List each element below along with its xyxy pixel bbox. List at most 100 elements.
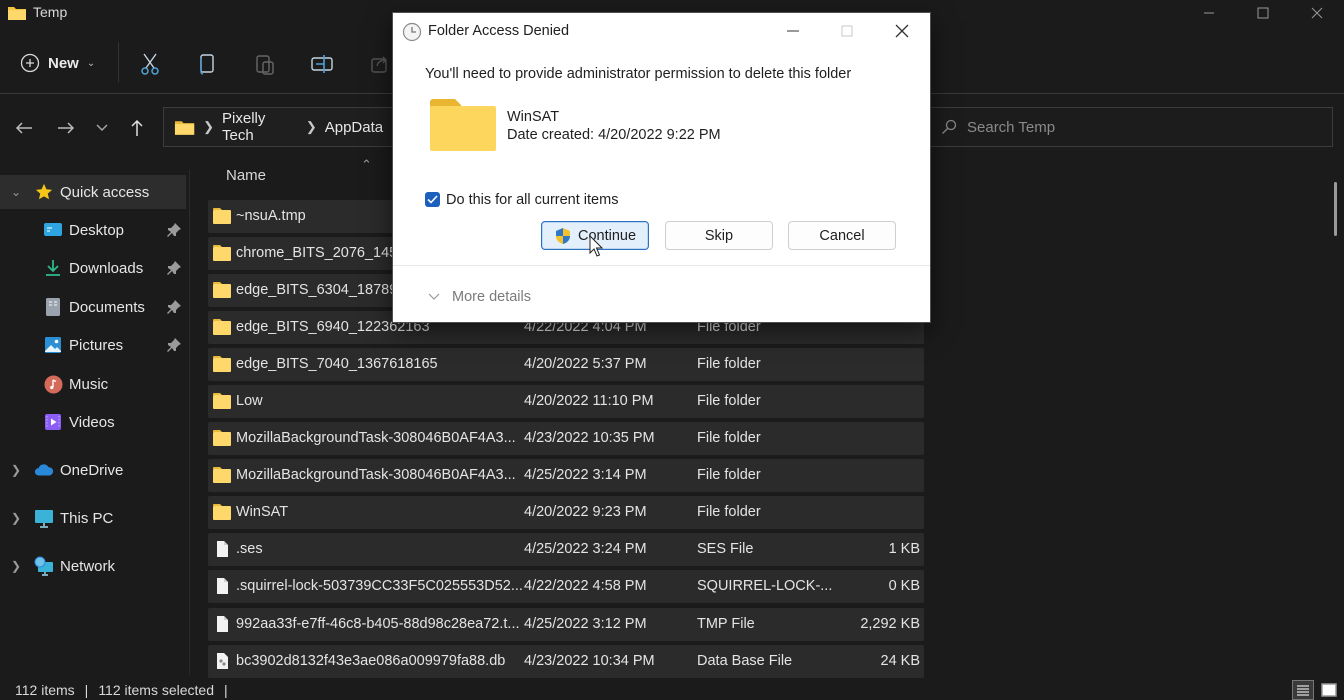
pin-icon[interactable] bbox=[166, 337, 182, 353]
chevron-right-icon: ❯ bbox=[305, 119, 317, 134]
chevron-down-icon: ⌄ bbox=[86, 57, 96, 69]
copy-button[interactable] bbox=[193, 50, 221, 78]
pin-icon[interactable] bbox=[166, 222, 182, 238]
sidebar-item-network[interactable]: ❯ Network bbox=[0, 549, 186, 583]
chevron-right-icon[interactable]: ❯ bbox=[9, 511, 23, 525]
arrow-up-icon bbox=[131, 119, 143, 136]
file-row[interactable]: edge_BITS_7040_1367618165 4/20/2022 5:37 … bbox=[208, 348, 924, 381]
close-button[interactable] bbox=[1290, 0, 1344, 26]
folder-icon bbox=[213, 393, 231, 409]
rename-icon bbox=[311, 55, 333, 73]
file-icon bbox=[217, 578, 228, 594]
file-size: 2,292 KB bbox=[860, 616, 920, 632]
up-button[interactable] bbox=[125, 116, 149, 140]
dialog-close-button[interactable] bbox=[887, 19, 917, 43]
apply-to-all-checkbox[interactable] bbox=[425, 192, 440, 207]
share-button[interactable] bbox=[366, 50, 394, 78]
file-row[interactable]: .squirrel-lock-503739CC33F5C025553D52...… bbox=[208, 570, 924, 603]
file-name: 992aa33f-e7ff-46c8-b405-88d98c28ea72.t..… bbox=[236, 616, 520, 632]
minimize-icon bbox=[787, 30, 799, 32]
cancel-button[interactable]: Cancel bbox=[788, 221, 896, 250]
file-name: bc3902d8132f43e3ae086a009979fa88.db bbox=[236, 653, 506, 669]
chevron-down-icon[interactable]: ⌄ bbox=[9, 185, 23, 199]
column-header-name[interactable]: Name bbox=[226, 167, 266, 184]
checkmark-icon bbox=[427, 195, 438, 204]
pin-icon[interactable] bbox=[166, 299, 182, 315]
file-date-modified: 4/20/2022 5:37 PM bbox=[524, 356, 647, 372]
folder-icon bbox=[8, 7, 26, 20]
tiles-view-icon bbox=[1321, 683, 1337, 697]
file-date-modified: 4/25/2022 3:24 PM bbox=[524, 541, 647, 557]
search-input[interactable]: Search Temp bbox=[930, 107, 1333, 147]
file-row[interactable]: Low 4/20/2022 11:10 PM File folder bbox=[208, 385, 924, 418]
paste-button[interactable] bbox=[251, 50, 279, 78]
new-button[interactable]: New ⌄ bbox=[20, 50, 95, 76]
chevron-right-icon[interactable]: ❯ bbox=[9, 559, 23, 573]
folder-icon bbox=[213, 282, 231, 298]
file-date-modified: 4/23/2022 10:34 PM bbox=[524, 653, 655, 669]
apply-to-all-label[interactable]: Do this for all current items bbox=[446, 192, 618, 208]
file-type: TMP File bbox=[697, 616, 755, 632]
forward-button[interactable] bbox=[54, 116, 78, 140]
file-type: File folder bbox=[697, 393, 761, 409]
file-row[interactable]: MozillaBackgroundTask-308046B0AF4A3... 4/… bbox=[208, 459, 924, 492]
toolbar-divider bbox=[118, 42, 119, 82]
file-row[interactable]: MozillaBackgroundTask-308046B0AF4A3... 4/… bbox=[208, 422, 924, 455]
sidebar-item-downloads[interactable]: Downloads bbox=[0, 251, 186, 285]
sidebar-item-music[interactable]: Music bbox=[0, 367, 186, 401]
pane-divider[interactable] bbox=[189, 170, 190, 675]
skip-button[interactable]: Skip bbox=[665, 221, 773, 250]
sidebar-item-pictures[interactable]: Pictures bbox=[0, 328, 186, 362]
vertical-scrollbar[interactable] bbox=[1334, 182, 1337, 236]
mouse-cursor-icon bbox=[589, 235, 603, 257]
address-bar[interactable]: ❯ Pixelly Tech ❯ AppData ❯ bbox=[163, 107, 403, 147]
sidebar-item-onedrive[interactable]: ❯ OneDrive bbox=[0, 453, 186, 487]
file-row[interactable]: .ses 4/25/2022 3:24 PM SES File 1 KB bbox=[208, 533, 924, 566]
file-row[interactable]: bc3902d8132f43e3ae086a009979fa88.db 4/23/… bbox=[208, 645, 924, 678]
minimize-button[interactable] bbox=[1182, 0, 1236, 26]
folder-icon bbox=[213, 430, 231, 446]
tiles-view-button[interactable] bbox=[1318, 680, 1340, 700]
rename-button[interactable] bbox=[308, 50, 336, 78]
close-icon bbox=[895, 24, 909, 38]
paste-icon bbox=[256, 55, 274, 75]
chevron-right-icon[interactable]: ❯ bbox=[9, 463, 23, 477]
music-icon bbox=[43, 374, 63, 394]
cut-button[interactable] bbox=[136, 50, 164, 78]
file-date-modified: 4/20/2022 11:10 PM bbox=[524, 393, 654, 409]
file-size: 24 KB bbox=[880, 653, 921, 669]
videos-icon bbox=[43, 412, 63, 432]
file-row[interactable]: 992aa33f-e7ff-46c8-b405-88d98c28ea72.t..… bbox=[208, 608, 924, 641]
back-button[interactable] bbox=[12, 116, 36, 140]
sidebar-item-this-pc[interactable]: ❯ This PC bbox=[0, 501, 186, 535]
details-view-button[interactable] bbox=[1292, 680, 1314, 700]
file-size: 0 KB bbox=[888, 578, 920, 594]
sidebar-item-videos[interactable]: Videos bbox=[0, 405, 186, 439]
arrow-left-icon bbox=[15, 122, 32, 134]
maximize-button[interactable] bbox=[1236, 0, 1290, 26]
scissors-icon bbox=[141, 53, 159, 75]
breadcrumb-segment[interactable]: Pixelly Tech bbox=[222, 110, 298, 144]
status-divider: | bbox=[84, 682, 89, 698]
navigation-pane: ⌄ Quick access Desktop Downloads Documen… bbox=[0, 170, 190, 675]
recent-locations-button[interactable] bbox=[90, 116, 114, 140]
download-icon bbox=[43, 258, 63, 278]
sidebar-item-documents[interactable]: Documents bbox=[0, 290, 186, 324]
more-details-toggle[interactable]: More details bbox=[428, 289, 531, 305]
folder-icon bbox=[430, 99, 496, 151]
dialog-minimize-button[interactable] bbox=[778, 19, 808, 43]
sidebar-item-quick-access[interactable]: ⌄ Quick access bbox=[0, 175, 186, 209]
file-name: ~nsuA.tmp bbox=[236, 208, 306, 224]
file-type: File folder bbox=[697, 504, 761, 520]
sidebar-item-desktop[interactable]: Desktop bbox=[0, 213, 186, 247]
file-row[interactable]: WinSAT 4/20/2022 9:23 PM File folder bbox=[208, 496, 924, 529]
file-date-modified: 4/23/2022 10:35 PM bbox=[524, 430, 655, 446]
new-label: New bbox=[48, 54, 79, 72]
pin-icon[interactable] bbox=[166, 260, 182, 276]
breadcrumb-segment[interactable]: AppData bbox=[325, 119, 383, 136]
folder-icon bbox=[213, 504, 231, 520]
close-icon bbox=[1311, 7, 1323, 19]
chevron-right-icon: ❯ bbox=[203, 119, 215, 134]
window-title: Temp bbox=[33, 4, 68, 20]
arrow-right-icon bbox=[58, 122, 75, 134]
